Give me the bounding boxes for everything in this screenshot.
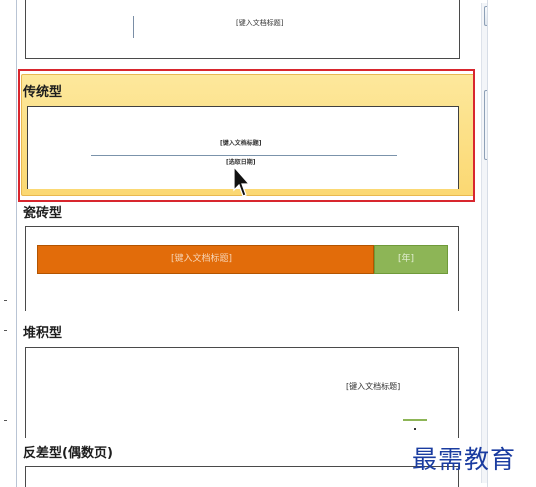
accent-mark — [403, 419, 427, 421]
year-placeholder: [年] — [398, 254, 415, 264]
title-placeholder: [键入文档标题] — [236, 19, 284, 27]
gallery-item-label: 堆积型 — [23, 326, 63, 341]
date-placeholder: [选取日期] — [226, 159, 256, 166]
gallery-item-tile[interactable]: [键入文档标题] [年] — [25, 226, 459, 311]
watermark: 最需教育 — [412, 445, 517, 474]
title-placeholder: [键入文档标题] — [346, 382, 401, 391]
gallery-item-contrast-even[interactable] — [25, 466, 459, 487]
gallery-item-label: 传统型 — [23, 85, 63, 100]
header-rule — [91, 155, 397, 156]
gallery-item-top[interactable]: [键入文档标题] — [25, 0, 460, 59]
gallery-item-stacked[interactable]: [键入文档标题] — [25, 347, 459, 438]
title-placeholder: [键入文档标题] — [171, 254, 233, 264]
gallery-item-label: 瓷砖型 — [23, 206, 63, 221]
window-background — [487, 0, 536, 487]
dot-mark — [414, 428, 416, 430]
gallery-item-label: 反差型(偶数页) — [23, 446, 113, 461]
left-edge — [0, 0, 16, 487]
mouse-pointer-icon — [233, 166, 251, 197]
title-placeholder: [键入文档标题] — [220, 140, 262, 147]
divider-line — [133, 16, 134, 38]
header-style-gallery: [键入文档标题] 传统型 [键入文档标题] [选取日期] 瓷砖型 [键入文档标题… — [16, 0, 487, 487]
